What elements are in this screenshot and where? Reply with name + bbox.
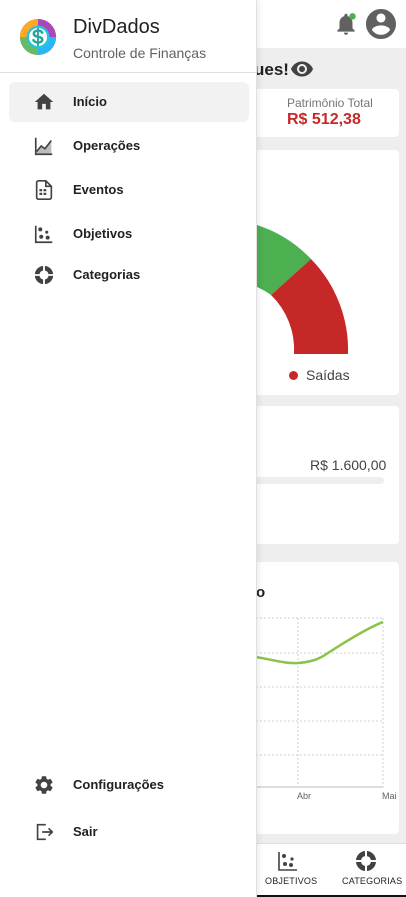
logout-icon [36, 823, 54, 841]
patrimonio-label: Patrimônio Total [287, 96, 373, 110]
chart-line-icon [34, 137, 53, 156]
drawer-item-categorias[interactable]: Categorias [9, 255, 249, 295]
divdados-logo-icon [19, 18, 57, 56]
evolution-series-line [248, 620, 384, 665]
drawer-item-inicio[interactable]: Início [9, 82, 249, 122]
drawer-item-label: Categorias [73, 267, 141, 282]
drawer-item-operacoes[interactable]: Operações [9, 126, 249, 166]
drawer-item-objetivos[interactable]: Objetivos [9, 214, 249, 254]
goal-card [248, 406, 399, 544]
gear-icon [35, 776, 53, 794]
calendar-icon [35, 180, 53, 200]
gauge-card [248, 150, 399, 395]
drawer-item-label: Objetivos [73, 226, 133, 241]
drawer-item-configuracoes[interactable]: Configurações [9, 765, 249, 805]
bottom-nav-label: CATEGORIAS [342, 876, 403, 886]
greeting-text: ues! [254, 60, 289, 79]
chart-title: o [256, 584, 266, 601]
app-name: DivDados [73, 16, 160, 38]
legend-label-saidas: Saídas [306, 367, 350, 383]
drawer-item-sair[interactable]: Sair [9, 812, 249, 852]
goal-value: R$ 1.600,00 [310, 457, 387, 473]
objectives-icon [34, 225, 53, 244]
drawer-item-label: Configurações [73, 777, 165, 792]
x-tick-label: Mai [382, 791, 397, 801]
patrimonio-value: R$ 512,38 [287, 111, 361, 128]
bottom-nav-label: OBJETIVOS [265, 876, 318, 886]
bottom-nav-categorias[interactable]: CATEGORIAS [336, 844, 403, 896]
app-subtitle: Controle de Finanças [73, 45, 207, 61]
drawer-item-label: Operações [73, 138, 141, 153]
user-avatar-icon[interactable] [363, 6, 399, 42]
home-icon [34, 93, 54, 110]
goal-progress-bar [252, 477, 384, 484]
drawer-item-label: Sair [73, 824, 98, 839]
drawer-item-label: Início [73, 94, 107, 109]
categories-icon [34, 265, 54, 285]
objectives-icon [278, 852, 297, 871]
legend-dot-saidas [289, 371, 298, 380]
drawer-header: DivDados Controle de Finanças [0, 0, 257, 73]
evolution-line-chart [248, 617, 384, 788]
notification-bell-icon[interactable] [333, 11, 359, 37]
drawer-item-label: Eventos [73, 182, 124, 197]
navigation-drawer: DivDados Controle de Finanças Início Ope… [0, 0, 257, 897]
visibility-eye-icon[interactable] [288, 57, 316, 81]
drawer-item-eventos[interactable]: Eventos [9, 170, 249, 210]
bottom-nav-objetivos[interactable]: OBJETIVOS [258, 844, 318, 896]
categories-icon [356, 851, 376, 871]
x-tick-label: Abr [297, 791, 312, 801]
